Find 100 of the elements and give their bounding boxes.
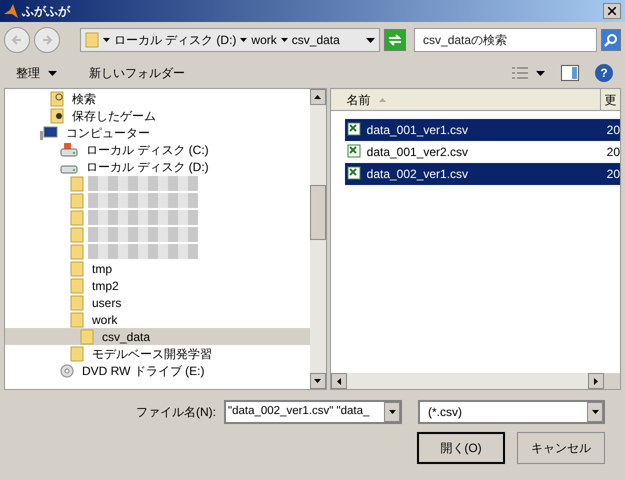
window-title: ふがふが <box>22 3 72 20</box>
search-icon <box>604 33 618 47</box>
tree-label: tmp <box>92 260 112 278</box>
tree-item[interactable]: csv_data <box>5 328 310 345</box>
folder-icon <box>70 312 84 328</box>
dropdown-button[interactable] <box>587 402 603 422</box>
scroll-left-button[interactable] <box>330 373 347 389</box>
file-name: data_002_ver1.csv <box>366 166 470 183</box>
arrow-up-icon <box>314 95 322 99</box>
refresh-button[interactable] <box>384 29 406 51</box>
disc-icon <box>60 364 74 378</box>
scroll-right-button[interactable] <box>588 373 604 389</box>
file-type-dropdown[interactable]: (*.csv) <box>418 400 605 424</box>
date-cell-text: 20 <box>606 144 620 161</box>
tree-item[interactable]: DVD RW ドライブ (E:) <box>5 362 310 379</box>
new-folder-button[interactable]: 新しいフォルダー <box>85 64 189 82</box>
caret-icon[interactable] <box>536 70 545 76</box>
organize-button[interactable]: 整理 <box>12 64 61 82</box>
vertical-scrollbar[interactable] <box>310 89 326 389</box>
forward-button[interactable] <box>34 27 60 53</box>
tree-item[interactable]: ローカル ディスク (C:) <box>5 141 310 158</box>
arrow-right-icon <box>40 34 53 46</box>
tree-item[interactable]: work <box>5 311 310 328</box>
scroll-down-button[interactable] <box>310 373 326 389</box>
dropdown-caret-icon <box>366 38 376 42</box>
search-field[interactable]: csv_dataの検索 <box>414 28 598 52</box>
filename-value: "data_002_ver1.csv" "data_ <box>227 404 370 420</box>
help-button[interactable]: ? <box>595 64 613 82</box>
file-row[interactable]: data_001_ver1.csv 20 <box>344 119 620 141</box>
view-list-icon[interactable] <box>512 67 528 79</box>
file-row[interactable]: data_002_ver1.csv 20 <box>344 163 620 185</box>
tree-item[interactable]: tmp2 <box>5 277 310 294</box>
tree-label: ローカル ディスク (C:) <box>86 142 209 158</box>
caret-icon <box>48 70 57 76</box>
preview-pane-icon[interactable] <box>561 65 579 81</box>
spreadsheet-file-icon <box>346 166 363 182</box>
folder-icon <box>70 346 84 362</box>
arrow-down-icon <box>314 379 322 383</box>
scroll-thumb[interactable] <box>310 185 326 240</box>
caret-icon <box>388 410 396 414</box>
folder-icon <box>70 260 84 276</box>
caret-icon <box>102 38 110 42</box>
spreadsheet-file-icon <box>346 122 363 138</box>
file-name: data_001_ver2.csv <box>366 144 470 161</box>
column-header[interactable]: 更 <box>600 89 620 110</box>
folder-icon <box>70 244 84 260</box>
filename-field[interactable]: "data_002_ver1.csv" "data_ <box>224 400 402 424</box>
folder-icon <box>80 328 94 344</box>
scroll-up-button[interactable] <box>310 89 326 105</box>
tree-label: ローカル ディスク (D:) <box>86 158 209 176</box>
spreadsheet-file-icon <box>346 144 363 160</box>
date-cell-text: 20 <box>606 122 620 139</box>
close-icon <box>608 7 616 15</box>
tree-label: work <box>92 312 118 328</box>
file-name: data_001_ver1.csv <box>366 122 470 139</box>
folder-icon <box>84 32 99 48</box>
tree-label: モデルベース開発学習 <box>92 346 212 362</box>
search-button[interactable] <box>601 29 622 51</box>
folder-icon <box>70 210 84 226</box>
file-row[interactable]: data_001_ver2.csv 20 <box>344 141 620 163</box>
folder-icon <box>70 226 84 242</box>
folder-icon <box>70 192 84 208</box>
tree-item[interactable]: 検索 <box>5 90 310 107</box>
tree-item[interactable]: tmp <box>5 260 310 277</box>
dropdown-button[interactable] <box>384 402 400 422</box>
tree-label: コンピューター <box>66 124 150 142</box>
search-folder-icon <box>50 90 64 106</box>
caret-icon <box>240 38 248 42</box>
address-bar[interactable]: ローカル ディスク (D:) work csv_data <box>80 28 380 52</box>
file-type-value: (*.csv) <box>427 404 463 421</box>
tree-item[interactable]: コンピューター <box>5 124 310 141</box>
refresh-arrows-icon <box>388 34 402 46</box>
caret-icon <box>280 38 288 42</box>
tree-item[interactable]: 保存したゲーム <box>5 107 310 124</box>
folder-icon <box>70 278 84 294</box>
cancel-button[interactable]: キャンセル <box>517 432 605 464</box>
tree-item[interactable]: モデルベース開発学習 <box>5 345 310 362</box>
back-button[interactable] <box>4 27 30 53</box>
breadcrumb-item[interactable]: ローカル ディスク (D:) <box>114 31 236 49</box>
open-button[interactable]: 開く(O) <box>417 432 505 464</box>
caret-icon <box>592 410 598 414</box>
app-logo-icon <box>4 4 18 18</box>
tree-label: DVD RW ドライブ (E:) <box>82 362 204 380</box>
column-label: 名前 <box>346 92 371 108</box>
tree-label: 検索 <box>72 90 96 108</box>
drive-icon <box>60 142 78 156</box>
breadcrumb-item[interactable]: work <box>251 31 277 49</box>
folder-icon <box>70 176 84 192</box>
tree-item[interactable]: users <box>5 294 310 311</box>
tree-item[interactable]: ローカル ディスク (D:) <box>5 158 310 175</box>
horizontal-scrollbar[interactable] <box>330 373 604 389</box>
folder-icon <box>70 294 84 310</box>
scrollbar-corner <box>604 373 620 389</box>
tree-label: users <box>92 294 122 312</box>
close-button[interactable] <box>603 3 621 19</box>
computer-icon <box>40 126 58 140</box>
date-cell-text: 20 <box>606 166 620 183</box>
filename-label: ファイル名(N): <box>136 404 216 421</box>
breadcrumb-item[interactable]: csv_data <box>292 31 340 49</box>
column-header[interactable]: 名前 <box>330 89 601 110</box>
